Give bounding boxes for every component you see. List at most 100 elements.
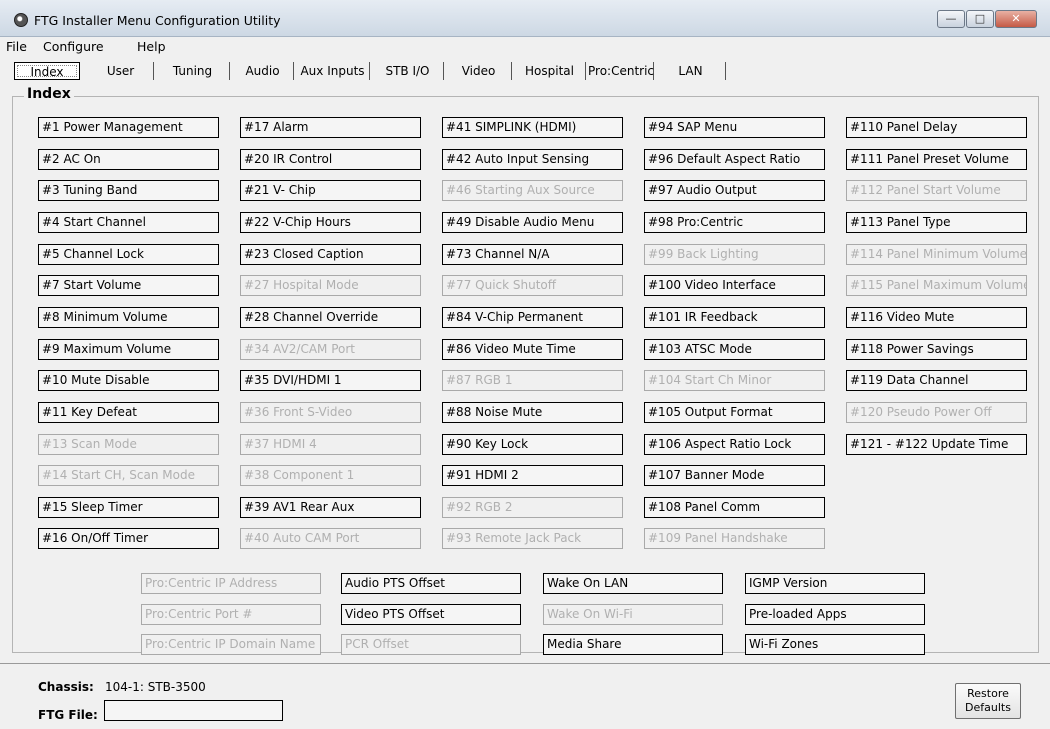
- index-item[interactable]: #106 Aspect Ratio Lock: [644, 434, 825, 455]
- index-item: #112 Panel Start Volume: [846, 180, 1027, 201]
- extra-setting-item[interactable]: Audio PTS Offset: [341, 573, 521, 594]
- close-button[interactable]: ✕: [995, 10, 1037, 28]
- maximize-button[interactable]: □: [966, 10, 994, 28]
- index-item[interactable]: #2 AC On: [38, 149, 219, 170]
- index-item[interactable]: #73 Channel N/A: [442, 244, 623, 265]
- index-item[interactable]: #41 SIMPLINK (HDMI): [442, 117, 623, 138]
- index-item: #40 Auto CAM Port: [240, 528, 421, 549]
- index-item[interactable]: #49 Disable Audio Menu: [442, 212, 623, 233]
- index-item[interactable]: #90 Key Lock: [442, 434, 623, 455]
- index-item[interactable]: #97 Audio Output: [644, 180, 825, 201]
- index-item: #114 Panel Minimum Volume: [846, 244, 1027, 265]
- index-item[interactable]: #39 AV1 Rear Aux: [240, 497, 421, 518]
- extra-setting-item[interactable]: IGMP Version: [745, 573, 925, 594]
- index-item: #27 Hospital Mode: [240, 275, 421, 296]
- index-item: #115 Panel Maximum Volume: [846, 275, 1027, 296]
- index-item[interactable]: #21 V- Chip: [240, 180, 421, 201]
- index-item[interactable]: #11 Key Defeat: [38, 402, 219, 423]
- minimize-button[interactable]: —: [937, 10, 965, 28]
- index-item: #99 Back Lighting: [644, 244, 825, 265]
- app-icon: [14, 13, 28, 27]
- index-item[interactable]: #10 Mute Disable: [38, 370, 219, 391]
- title-bar: FTG Installer Menu Configuration Utility…: [0, 0, 1050, 37]
- tab-user[interactable]: User: [88, 62, 154, 80]
- index-item[interactable]: #15 Sleep Timer: [38, 497, 219, 518]
- menu-file[interactable]: File: [6, 39, 27, 54]
- tab-lan[interactable]: LAN: [656, 62, 726, 80]
- tab-procentric[interactable]: Pro:Centric: [588, 62, 654, 80]
- tab-audio[interactable]: Audio: [232, 62, 294, 80]
- chassis-value: 104-1: STB-3500: [105, 680, 206, 694]
- restore-label-line2: Defaults: [965, 701, 1011, 714]
- index-group-title: Index: [24, 86, 74, 102]
- tab-aux-inputs[interactable]: Aux Inputs: [296, 62, 370, 80]
- index-item[interactable]: #5 Channel Lock: [38, 244, 219, 265]
- index-item[interactable]: #111 Panel Preset Volume: [846, 149, 1027, 170]
- tab-video[interactable]: Video: [446, 62, 512, 80]
- extra-setting-item[interactable]: Media Share: [543, 634, 723, 655]
- index-item[interactable]: #88 Noise Mute: [442, 402, 623, 423]
- extra-setting-item[interactable]: Wake On LAN: [543, 573, 723, 594]
- menu-help[interactable]: Help: [137, 39, 166, 54]
- extra-setting-item: Pro:Centric IP Address: [141, 573, 321, 594]
- index-item[interactable]: #1 Power Management: [38, 117, 219, 138]
- index-item: #13 Scan Mode: [38, 434, 219, 455]
- index-item: #36 Front S-Video: [240, 402, 421, 423]
- tab-index[interactable]: Index: [14, 62, 80, 80]
- index-item[interactable]: #23 Closed Caption: [240, 244, 421, 265]
- index-item[interactable]: #108 Panel Comm: [644, 497, 825, 518]
- menu-configure[interactable]: Configure: [43, 39, 104, 54]
- index-item[interactable]: #116 Video Mute: [846, 307, 1027, 328]
- index-item: #92 RGB 2: [442, 497, 623, 518]
- index-item[interactable]: #121 - #122 Update Time: [846, 434, 1027, 455]
- index-item[interactable]: #113 Panel Type: [846, 212, 1027, 233]
- extra-setting-item[interactable]: Wi-Fi Zones: [745, 634, 925, 655]
- index-item[interactable]: #3 Tuning Band: [38, 180, 219, 201]
- index-item[interactable]: #8 Minimum Volume: [38, 307, 219, 328]
- index-item[interactable]: #28 Channel Override: [240, 307, 421, 328]
- index-item: #120 Pseudo Power Off: [846, 402, 1027, 423]
- tab-tuning[interactable]: Tuning: [156, 62, 230, 80]
- index-item[interactable]: #4 Start Channel: [38, 212, 219, 233]
- index-item[interactable]: #86 Video Mute Time: [442, 339, 623, 360]
- index-item[interactable]: #110 Panel Delay: [846, 117, 1027, 138]
- index-item[interactable]: #91 HDMI 2: [442, 465, 623, 486]
- tab-bar: Index User Tuning Audio Aux Inputs STB I…: [0, 60, 1050, 82]
- index-item[interactable]: #9 Maximum Volume: [38, 339, 219, 360]
- index-item[interactable]: #105 Output Format: [644, 402, 825, 423]
- index-item[interactable]: #100 Video Interface: [644, 275, 825, 296]
- index-item[interactable]: #101 IR Feedback: [644, 307, 825, 328]
- index-item[interactable]: #119 Data Channel: [846, 370, 1027, 391]
- extra-setting-item: Wake On Wi-Fi: [543, 604, 723, 625]
- index-item[interactable]: #17 Alarm: [240, 117, 421, 138]
- index-item[interactable]: #84 V-Chip Permanent: [442, 307, 623, 328]
- extra-setting-item: PCR Offset: [341, 634, 521, 655]
- extra-setting-item[interactable]: Pre-loaded Apps: [745, 604, 925, 625]
- index-item: #109 Panel Handshake: [644, 528, 825, 549]
- index-item[interactable]: #96 Default Aspect Ratio: [644, 149, 825, 170]
- index-item[interactable]: #94 SAP Menu: [644, 117, 825, 138]
- index-item[interactable]: #16 On/Off Timer: [38, 528, 219, 549]
- index-item[interactable]: #118 Power Savings: [846, 339, 1027, 360]
- tab-stb-io[interactable]: STB I/O: [372, 62, 444, 80]
- index-item[interactable]: #7 Start Volume: [38, 275, 219, 296]
- index-item[interactable]: #20 IR Control: [240, 149, 421, 170]
- index-item: #104 Start Ch Minor: [644, 370, 825, 391]
- menu-bar: File Configure Help: [0, 37, 1050, 55]
- index-item: #77 Quick Shutoff: [442, 275, 623, 296]
- index-item[interactable]: #107 Banner Mode: [644, 465, 825, 486]
- index-item[interactable]: #22 V-Chip Hours: [240, 212, 421, 233]
- extra-setting-item[interactable]: Video PTS Offset: [341, 604, 521, 625]
- index-item[interactable]: #35 DVI/HDMI 1: [240, 370, 421, 391]
- index-item[interactable]: #103 ATSC Mode: [644, 339, 825, 360]
- restore-defaults-button[interactable]: Restore Defaults: [955, 683, 1021, 719]
- index-item[interactable]: #98 Pro:Centric: [644, 212, 825, 233]
- index-item: #38 Component 1: [240, 465, 421, 486]
- index-item[interactable]: #42 Auto Input Sensing: [442, 149, 623, 170]
- ftg-file-field[interactable]: [104, 700, 283, 721]
- ftg-file-label: FTG File:: [38, 708, 98, 722]
- restore-label-line1: Restore: [967, 687, 1009, 700]
- tab-hospital[interactable]: Hospital: [514, 62, 586, 80]
- index-item: #87 RGB 1: [442, 370, 623, 391]
- index-item: #93 Remote Jack Pack: [442, 528, 623, 549]
